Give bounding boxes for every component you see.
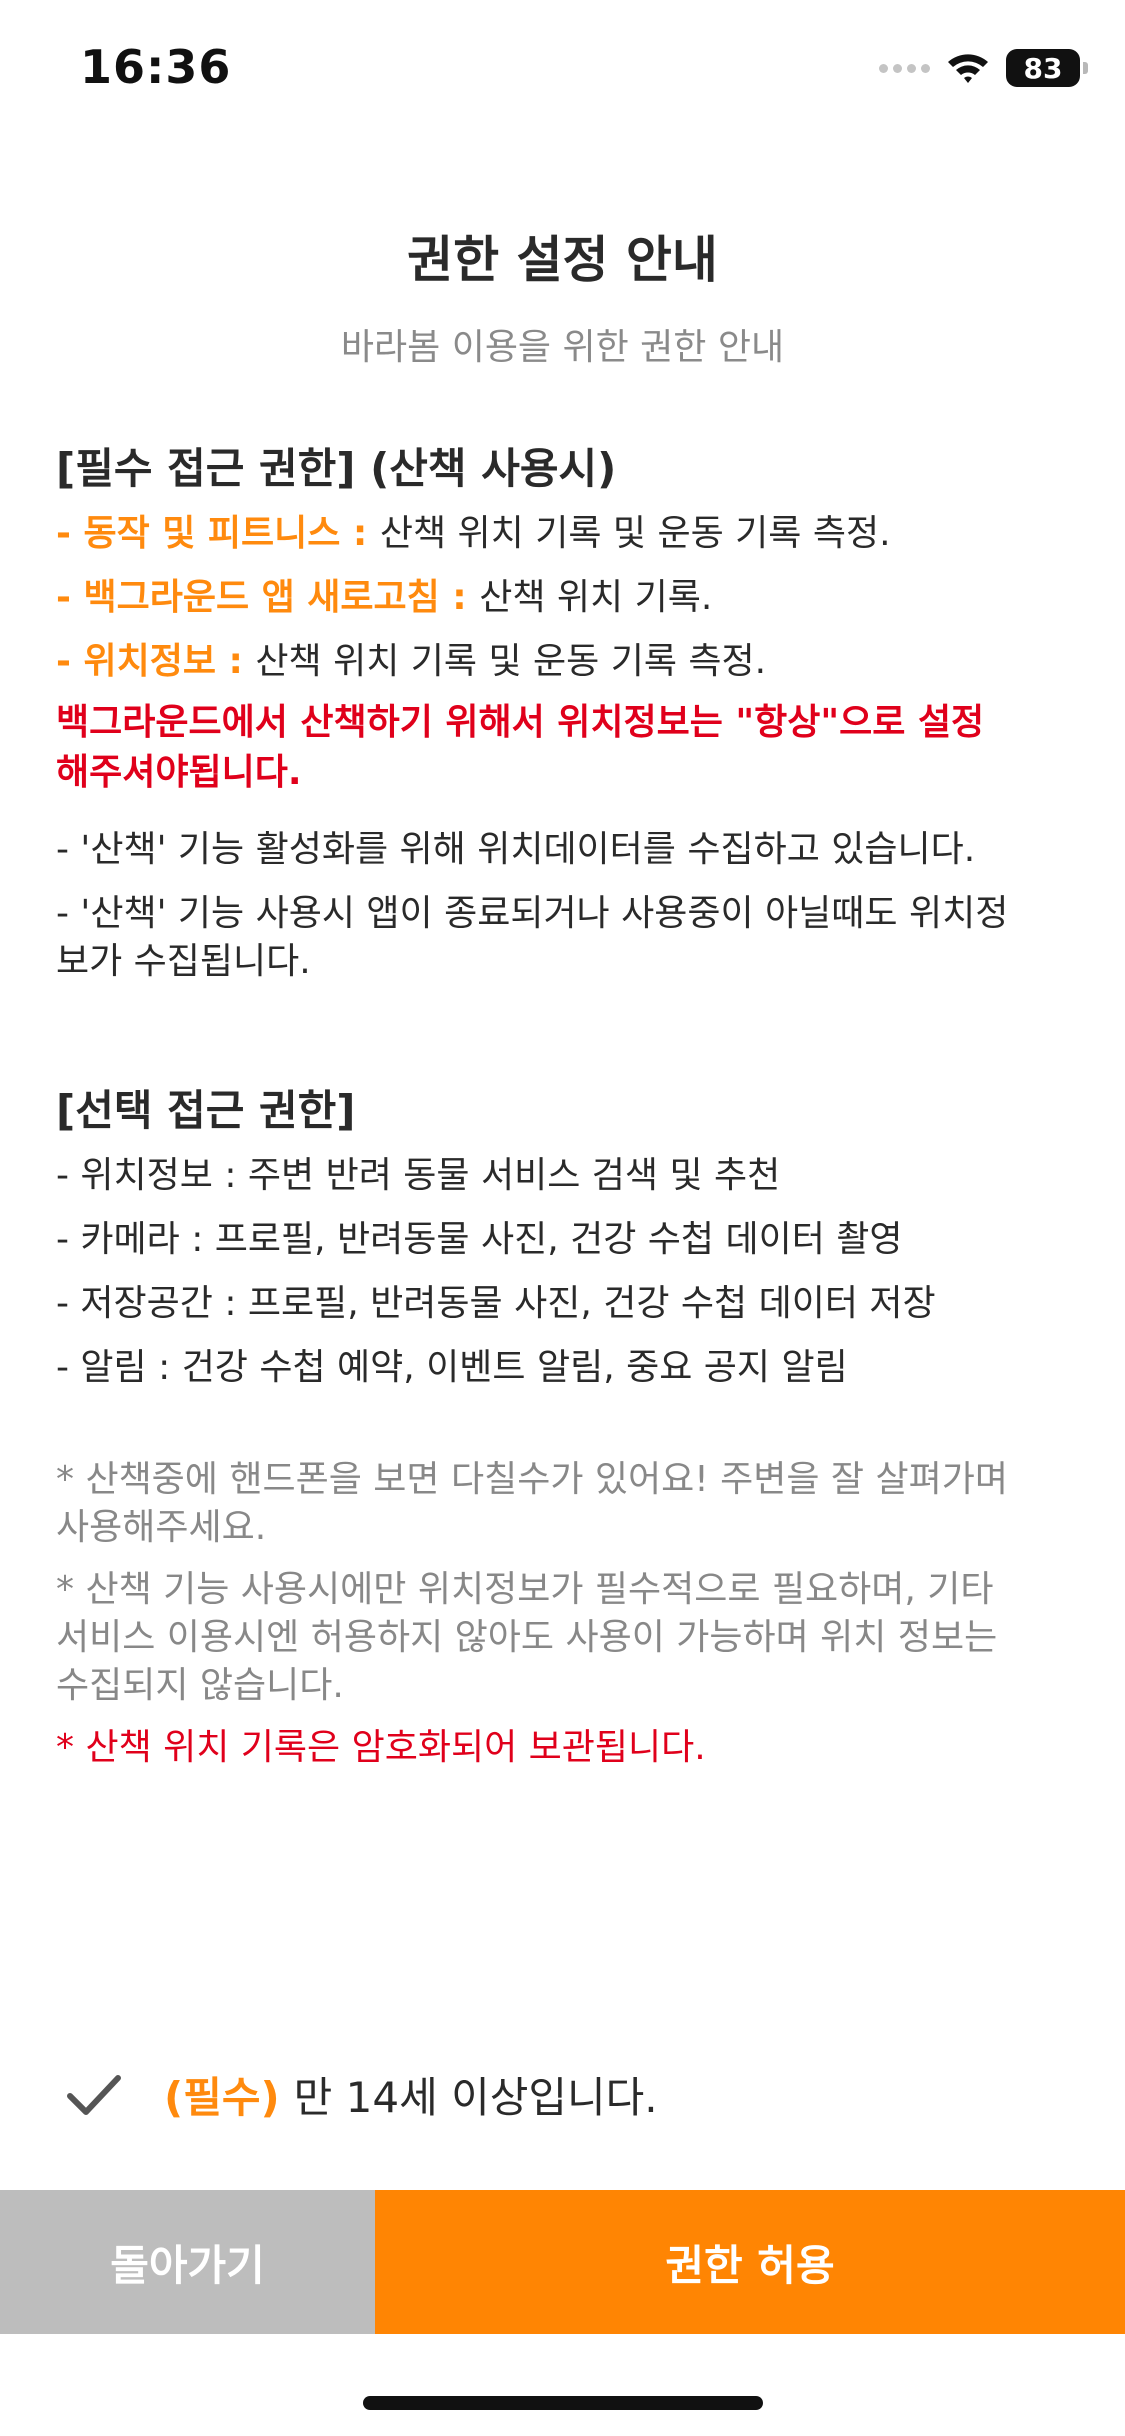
location-collection-info: - '산책' 기능 활성화를 위해 위치데이터를 수집하고 있습니다. (56, 829, 976, 870)
battery-icon: 83 (1006, 49, 1088, 87)
page-subtitle: 바라봄 이용을 위한 권한 안내 (340, 327, 785, 368)
age-agreement-checkbox[interactable]: (필수) 만 14세 이상입니다. (64, 2062, 658, 2126)
required-permission-item: - 동작 및 피트니스 : 산책 위치 기록 및 운동 기록 측정. (56, 502, 1066, 566)
required-permissions-heading: [필수 접근 권한] (산책 사용시) (56, 444, 617, 493)
status-time: 16:36 (80, 40, 232, 94)
cellular-signal-icon (879, 63, 930, 73)
wifi-icon (946, 51, 990, 85)
status-icons: 83 (879, 46, 1088, 90)
info-line: 보가 수집됩니다. (56, 941, 311, 982)
warning-line: 해주셔야됩니다. (56, 752, 302, 793)
home-indicator[interactable] (363, 2396, 763, 2410)
permission-label: - 위치정보 : (56, 641, 256, 682)
permission-desc: 산책 위치 기록 및 운동 기록 측정. (379, 513, 891, 554)
warning-line: 백그라운드에서 산책하기 위해서 위치정보는 "항상"으로 설정 (56, 702, 985, 743)
note-line: * 산책 기능 사용시에만 위치정보가 필수적으로 필요하며, 기타 (56, 1569, 994, 1610)
allow-permissions-button[interactable]: 권한 허용 (375, 2190, 1125, 2334)
permission-desc: 산책 위치 기록 및 운동 기록 측정. (255, 641, 767, 682)
page-title: 권한 설정 안내 (407, 231, 718, 289)
note-line: 사용해주세요. (56, 1507, 267, 1548)
optional-permissions-heading: [선택 접근 권한] (56, 1086, 356, 1135)
battery-level: 83 (1023, 51, 1063, 85)
optional-permission-item: - 카메라 : 프로필, 반려동물 사진, 건강 수첩 데이터 촬영 (56, 1219, 903, 1260)
required-tag: (필수) (164, 2072, 280, 2122)
note-line: 수집되지 않습니다. (56, 1665, 344, 1706)
info-line: - '산책' 기능 사용시 앱이 종료되거나 사용중이 아닐때도 위치정 (56, 893, 1009, 934)
background-location-warning: 백그라운드에서 산책하기 위해서 위치정보는 "항상"으로 설정 해주셔야됩니다… (56, 698, 1066, 798)
status-bar: 16:36 83 (0, 0, 1125, 140)
checkmark-icon[interactable] (64, 2064, 124, 2124)
permission-content: [필수 접근 권한] (산책 사용시) - 동작 및 피트니스 : 산책 위치 … (56, 436, 1066, 1772)
background-collection-info: - '산책' 기능 사용시 앱이 종료되거나 사용중이 아닐때도 위치정 보가 … (56, 890, 1066, 986)
note-line: 서비스 이용시엔 허용하지 않아도 사용이 가능하며 위치 정보는 (56, 1617, 998, 1658)
permission-desc: 산책 위치 기록. (479, 577, 713, 618)
note-line: * 산책중에 핸드폰을 보면 다칠수가 있어요! 주변을 잘 살펴가며 (56, 1459, 1008, 1500)
bottom-button-bar: 돌아가기 권한 허용 (0, 2190, 1125, 2334)
optional-permission-item: - 위치정보 : 주변 반려 동물 서비스 검색 및 추천 (56, 1155, 781, 1196)
permission-label: - 백그라운드 앱 새로고침 : (56, 577, 480, 618)
required-permission-item: - 백그라운드 앱 새로고침 : 산책 위치 기록. (56, 566, 1066, 630)
header: 권한 설정 안내 바라봄 이용을 위한 권한 안내 (0, 220, 1125, 370)
optional-permission-item: - 저장공간 : 프로필, 반려동물 사진, 건강 수첩 데이터 저장 (56, 1283, 936, 1324)
required-permission-item: - 위치정보 : 산책 위치 기록 및 운동 기록 측정. (56, 630, 1066, 694)
age-agreement-label: 만 14세 이상입니다. (293, 2072, 658, 2122)
back-button[interactable]: 돌아가기 (0, 2190, 375, 2334)
encryption-note: * 산책 위치 기록은 암호화되어 보관됩니다. (56, 1727, 706, 1768)
permission-label: - 동작 및 피트니스 : (56, 513, 380, 554)
location-usage-note: * 산책 기능 사용시에만 위치정보가 필수적으로 필요하며, 기타 서비스 이… (56, 1566, 1066, 1710)
safety-note: * 산책중에 핸드폰을 보면 다칠수가 있어요! 주변을 잘 살펴가며 사용해주… (56, 1456, 1066, 1552)
optional-permission-item: - 알림 : 건강 수첩 예약, 이벤트 알림, 중요 공지 알림 (56, 1347, 848, 1388)
